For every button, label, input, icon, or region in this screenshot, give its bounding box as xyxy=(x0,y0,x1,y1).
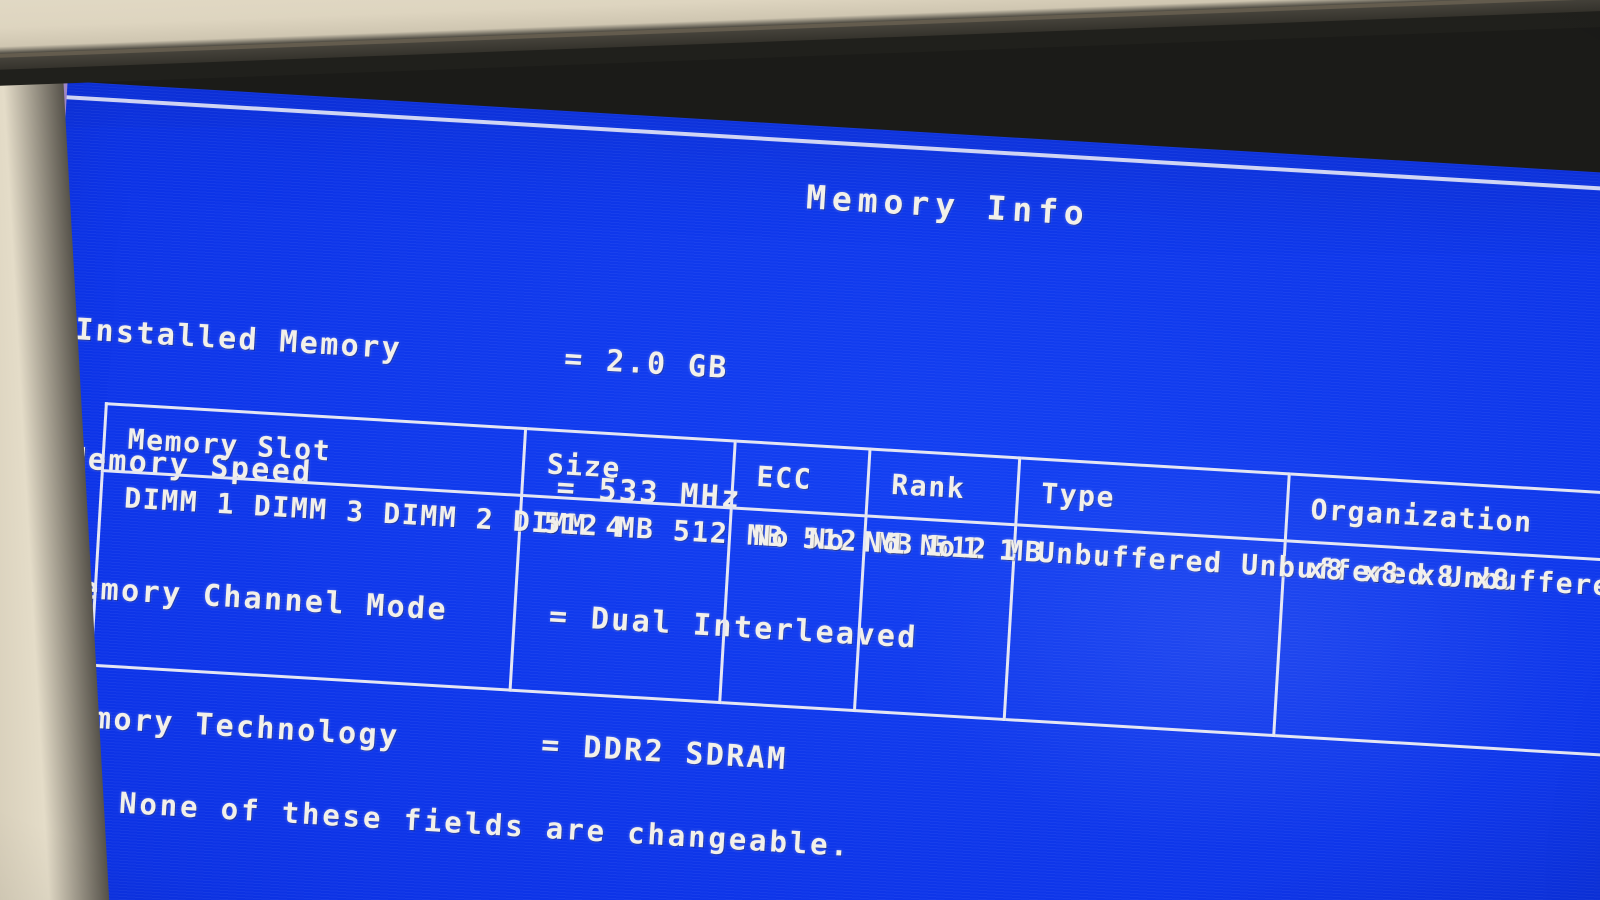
column-header-ecc: ECC xyxy=(731,441,871,516)
summary-label-memory-technology: Memory Technology xyxy=(51,698,401,755)
cell-group-size: 512 MB 512 MB 512 MB 512 MB xyxy=(510,495,1044,703)
column-header-size: Size xyxy=(521,428,736,508)
summary-value-installed-memory: 2.0 GB xyxy=(605,343,730,386)
crt-screen: Memory Info Installed Memory = 2.0 GB Memo… xyxy=(0,78,1600,900)
summary-row-installed-memory: Installed Memory = 2.0 GB xyxy=(74,308,934,402)
summary-value-memory-technology: DDR2 SDRAM xyxy=(582,730,789,778)
summary-label-installed-memory: Installed Memory xyxy=(74,312,404,367)
column-header-rank: Rank xyxy=(866,449,1020,525)
cell-group-type: Unbuffered Unbuffered Unbuffered Unbuffe… xyxy=(1004,524,1600,736)
summary-row-memory-technology: Memory Technology = DDR2 SDRAM xyxy=(51,695,911,789)
monitor-photograph: Memory Info Installed Memory = 2.0 GB Memo… xyxy=(0,0,1600,900)
summary-separator: = xyxy=(540,727,563,764)
summary-separator: = xyxy=(563,341,586,378)
cell-group-memory-slot: DIMM 1 DIMM 3 DIMM 2 DIMM 4 xyxy=(90,470,625,691)
